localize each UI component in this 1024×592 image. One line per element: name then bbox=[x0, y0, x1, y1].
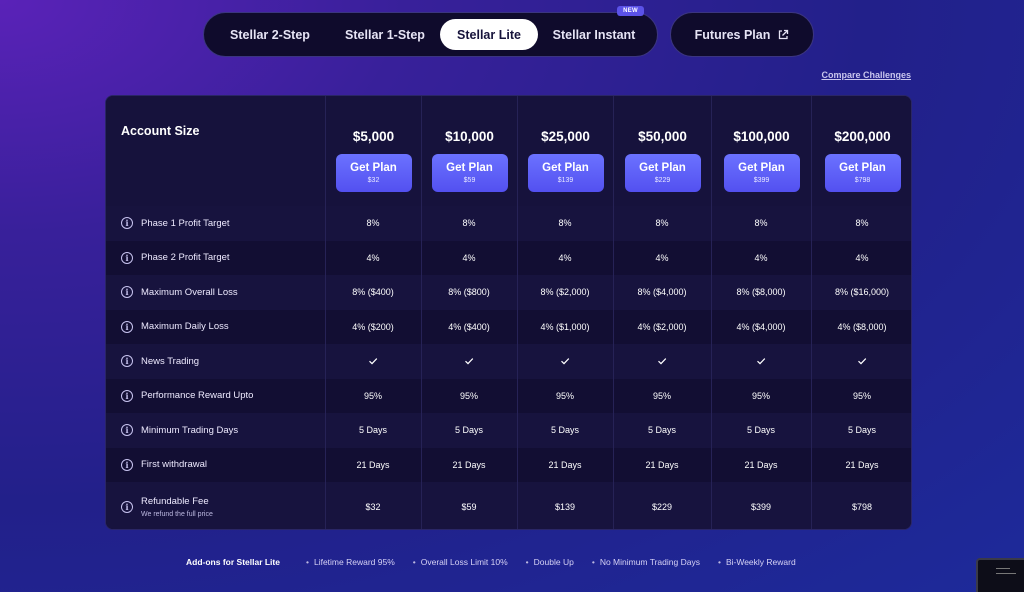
row-label-text: Phase 2 Profit Target bbox=[141, 252, 230, 264]
row-label: i Phase 1 Profit Target bbox=[121, 206, 230, 241]
plan-column-header: $25,000 Get Plan $139 bbox=[518, 96, 613, 206]
plan-column: $200,000 Get Plan $798 bbox=[811, 96, 911, 529]
get-plan-button[interactable]: Get Plan $32 bbox=[335, 154, 412, 192]
get-plan-label: Get Plan bbox=[446, 162, 493, 174]
get-plan-label: Get Plan bbox=[639, 162, 686, 174]
plan-column: $50,000 Get Plan $229 bbox=[613, 96, 711, 529]
row-label-text: News Trading bbox=[141, 355, 200, 367]
row-label: i First withdrawal bbox=[121, 448, 207, 483]
row-label: i Refundable Fee We refund the full price bbox=[121, 482, 213, 529]
row-label: i Performance Reward Upto bbox=[121, 379, 253, 414]
account-size-value: $5,000 bbox=[352, 129, 395, 144]
get-plan-label: Get Plan bbox=[542, 162, 589, 174]
account-size-value: $100,000 bbox=[733, 129, 790, 144]
addon-item: Bi-Weekly Reward bbox=[718, 557, 796, 567]
futures-plan-button[interactable]: Futures Plan bbox=[670, 12, 814, 57]
account-size-value: $50,000 bbox=[638, 129, 687, 144]
row-label-text-wrap: Performance Reward Upto bbox=[141, 390, 253, 401]
addon-item: No Minimum Trading Days bbox=[592, 557, 700, 567]
plan-column-header: $10,000 Get Plan $59 bbox=[422, 96, 517, 206]
plan-price: $229 bbox=[654, 177, 671, 184]
plan-column-header: $50,000 Get Plan $229 bbox=[614, 96, 711, 206]
plan-column: $25,000 Get Plan $139 bbox=[517, 96, 613, 529]
tab-stellar-2-step[interactable]: Stellar 2-Step bbox=[210, 19, 330, 50]
row-label-text-wrap: News Trading bbox=[141, 356, 199, 367]
get-plan-label: Get Plan bbox=[738, 162, 785, 174]
info-icon[interactable]: i bbox=[121, 424, 133, 437]
info-icon[interactable]: i bbox=[121, 217, 133, 230]
plan-price: $399 bbox=[753, 177, 770, 184]
plan-price: $59 bbox=[463, 177, 476, 184]
row-label: i Minimum Trading Days bbox=[121, 413, 238, 448]
row-label-text: Maximum Daily Loss bbox=[141, 321, 229, 333]
futures-plan-label: Futures Plan bbox=[694, 27, 771, 42]
account-size-label: Account Size bbox=[121, 124, 200, 138]
plan-column: $100,000 Get Plan $399 bbox=[711, 96, 811, 529]
row-label: i Maximum Daily Loss bbox=[121, 310, 229, 345]
row-sublabel: We refund the full price bbox=[141, 510, 213, 518]
addon-item: Overall Loss Limit 10% bbox=[413, 557, 508, 567]
account-size-value: $10,000 bbox=[445, 129, 494, 144]
account-size-value: $200,000 bbox=[834, 129, 891, 144]
addon-item: Double Up bbox=[526, 557, 574, 567]
plan-price: $32 bbox=[367, 177, 380, 184]
get-plan-button[interactable]: Get Plan $59 bbox=[431, 154, 508, 192]
new-badge: NEW bbox=[617, 6, 644, 16]
plan-column-header: $5,000 Get Plan $32 bbox=[326, 96, 421, 206]
info-icon[interactable]: i bbox=[121, 458, 133, 471]
row-label-text-wrap: Minimum Trading Days bbox=[141, 425, 238, 436]
get-plan-label: Get Plan bbox=[839, 162, 886, 174]
tab-stellar-instant[interactable]: Stellar Instant NEW bbox=[538, 6, 650, 50]
row-label-text: Refundable Fee bbox=[141, 495, 209, 507]
get-plan-button[interactable]: Get Plan $798 bbox=[824, 154, 901, 192]
row-label-text-wrap: Maximum Daily Loss bbox=[141, 321, 229, 332]
tab-stellar-lite[interactable]: Stellar Lite bbox=[440, 19, 538, 50]
row-label-text: First withdrawal bbox=[141, 459, 207, 471]
plan-column: $5,000 Get Plan $32 bbox=[325, 96, 421, 529]
plan-column: $10,000 Get Plan $59 bbox=[421, 96, 517, 529]
info-icon[interactable]: i bbox=[121, 389, 133, 402]
challenge-type-tabs: Stellar 2-Step Stellar 1-Step Stellar Li… bbox=[203, 6, 658, 57]
info-icon[interactable]: i bbox=[121, 500, 133, 513]
info-icon[interactable]: i bbox=[121, 355, 133, 368]
info-icon[interactable]: i bbox=[121, 286, 133, 299]
get-plan-button[interactable]: Get Plan $229 bbox=[624, 154, 701, 192]
row-label-text: Performance Reward Upto bbox=[141, 390, 254, 402]
plans-table: Account Size i Phase 1 Profit Target 8% 8% 8… bbox=[105, 95, 912, 530]
plan-price: $798 bbox=[854, 177, 871, 184]
addons-title: Add-ons for Stellar Lite bbox=[186, 557, 280, 567]
tab-stellar-instant-label: Stellar Instant bbox=[552, 27, 636, 42]
addons-list: Add-ons for Stellar Lite Lifetime Reward… bbox=[186, 556, 814, 568]
row-label: i Maximum Overall Loss bbox=[121, 275, 238, 310]
plan-price: $139 bbox=[557, 177, 574, 184]
row-label-text-wrap: Maximum Overall Loss bbox=[141, 287, 238, 298]
compare-challenges-link[interactable]: Compare Challenges bbox=[821, 70, 911, 80]
addon-item: Lifetime Reward 95% bbox=[306, 557, 395, 567]
row-label-text: Minimum Trading Days bbox=[141, 424, 239, 436]
row-label: i Phase 2 Profit Target bbox=[121, 241, 230, 276]
row-label-text-wrap: First withdrawal bbox=[141, 459, 207, 470]
info-icon[interactable]: i bbox=[121, 320, 133, 333]
chat-widget-thumbnail[interactable] bbox=[976, 558, 1024, 592]
row-label-text-wrap: Refundable Fee We refund the full price bbox=[141, 496, 213, 518]
get-plan-label: Get Plan bbox=[350, 162, 397, 174]
row-label-text: Phase 1 Profit Target bbox=[141, 217, 230, 229]
external-link-icon bbox=[779, 29, 789, 39]
account-size-value: $25,000 bbox=[541, 129, 590, 144]
row-label: i News Trading bbox=[121, 344, 199, 379]
get-plan-button[interactable]: Get Plan $139 bbox=[527, 154, 604, 192]
row-label-text-wrap: Phase 2 Profit Target bbox=[141, 252, 230, 263]
row-label-text-wrap: Phase 1 Profit Target bbox=[141, 218, 230, 229]
plan-column-header: $200,000 Get Plan $798 bbox=[812, 96, 911, 206]
get-plan-button[interactable]: Get Plan $399 bbox=[723, 154, 800, 192]
info-icon[interactable]: i bbox=[121, 251, 133, 264]
tab-stellar-1-step[interactable]: Stellar 1-Step bbox=[330, 19, 440, 50]
plan-column-header: $100,000 Get Plan $399 bbox=[712, 96, 811, 206]
row-label-text: Maximum Overall Loss bbox=[141, 286, 238, 298]
